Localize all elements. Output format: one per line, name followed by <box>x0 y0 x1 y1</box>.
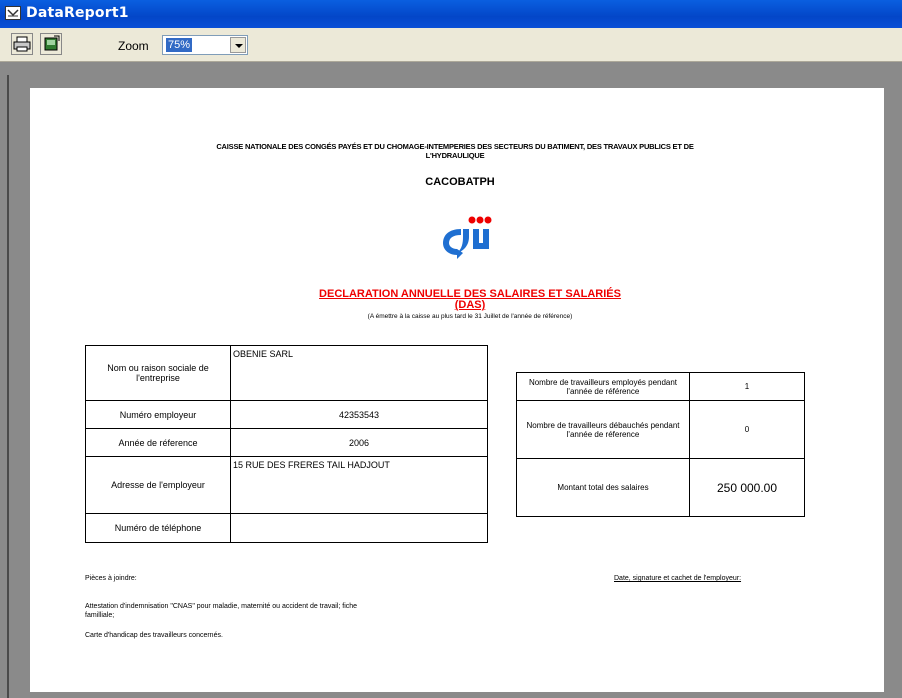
table-row: Numéro employeur 42353543 <box>85 400 488 429</box>
pieces-label: Pièces à joindre: <box>85 575 137 582</box>
print-button[interactable] <box>11 33 33 55</box>
phone-label: Numéro de téléphone <box>85 513 231 543</box>
company-label: Nom ou raison sociale de l'entreprise <box>85 345 231 401</box>
employed-value: 1 <box>689 372 805 401</box>
employer-number-value: 42353543 <box>230 400 488 429</box>
export-button[interactable] <box>40 33 62 55</box>
window-title: DataReport1 <box>26 5 129 21</box>
phone-value <box>230 513 488 543</box>
workers-salary-table: Nombre de travailleurs employés pendant … <box>516 372 805 517</box>
datareport-icon <box>5 6 21 20</box>
declaration-note: (A émettre à la caisse au plus tard le 3… <box>367 313 573 320</box>
declaration-abbr: (DAS) <box>454 299 486 311</box>
table-row: Adresse de l'employeur 15 RUE DES FRERES… <box>85 456 488 514</box>
address-value: 15 RUE DES FRERES TAIL HADJOUT <box>230 456 488 514</box>
total-salaries-label: Montant total des salaires <box>516 458 690 517</box>
report-page: CAISSE NATIONALE DES CONGÉS PAYÉS ET DU … <box>30 88 884 692</box>
chevron-down-icon[interactable] <box>230 37 246 53</box>
total-salaries-value: 250 000.00 <box>689 458 805 517</box>
window-titlebar[interactable]: DataReport1 <box>0 0 902 28</box>
table-row: Nombre de travailleurs débauchés pendant… <box>516 400 805 459</box>
table-row: Nombre de travailleurs employés pendant … <box>516 372 805 401</box>
table-row: Année de réference 2006 <box>85 428 488 457</box>
header-acronym: CACOBATPH <box>425 176 495 188</box>
export-icon <box>44 35 60 51</box>
year-label: Année de réference <box>85 428 231 457</box>
printer-icon <box>13 36 31 52</box>
table-row: Montant total des salaires 250 000.00 <box>516 458 805 517</box>
zoom-label: Zoom <box>118 39 149 53</box>
header-organization: CAISSE NATIONALE DES CONGÉS PAYÉS ET DU … <box>216 142 694 160</box>
company-value: OBENIE SARL <box>230 345 488 401</box>
employer-number-label: Numéro employeur <box>85 400 231 429</box>
table-row: Numéro de téléphone <box>85 513 488 543</box>
address-label: Adresse de l'employeur <box>85 456 231 514</box>
table-row: Nom ou raison sociale de l'entreprise OB… <box>85 345 488 401</box>
attachment-item-1: Attestation d'indemnisation "CNAS" pour … <box>85 603 358 619</box>
zoom-value: 75% <box>166 38 193 52</box>
signature-label: Date, signature et cachet de l'employeur… <box>614 575 742 582</box>
zoom-select[interactable]: 75% <box>162 35 248 55</box>
employed-label: Nombre de travailleurs employés pendant … <box>516 372 690 401</box>
dismissed-label: Nombre de travailleurs débauchés pendant… <box>516 400 690 459</box>
employer-info-table: Nom ou raison sociale de l'entreprise OB… <box>85 345 488 543</box>
year-value: 2006 <box>230 428 488 457</box>
toolbar: Zoom 75% <box>0 28 902 62</box>
dismissed-value: 0 <box>689 400 805 459</box>
viewport-border <box>7 75 9 698</box>
attachment-item-2: Carte d'handicap des travailleurs concer… <box>85 632 223 639</box>
cacobatph-logo <box>443 216 492 259</box>
